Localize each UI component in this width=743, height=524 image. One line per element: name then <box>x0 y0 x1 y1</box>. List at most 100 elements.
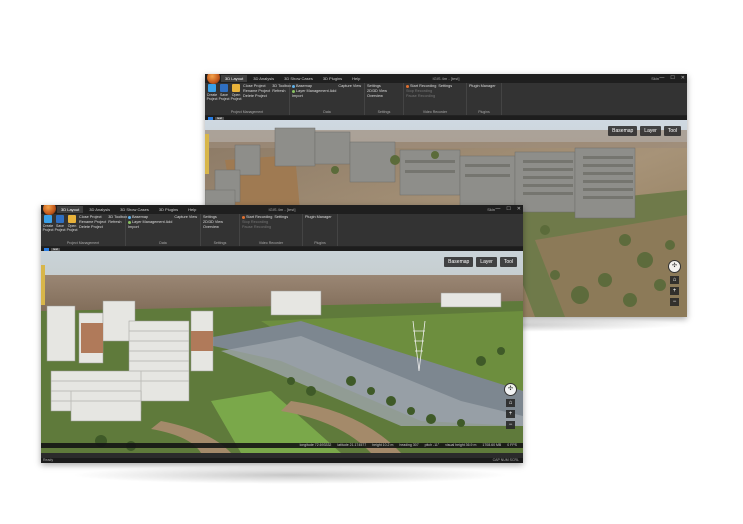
toolbox-button[interactable]: 3D Toolbox <box>108 215 127 219</box>
zoom-out-button[interactable]: − <box>670 298 679 306</box>
basemap-icon <box>292 84 295 88</box>
maximize-button[interactable]: ☐ <box>670 75 674 81</box>
rename-project-button[interactable]: Rename Project <box>79 220 106 224</box>
plugin-manager-button[interactable]: Plugin Manager <box>305 215 332 219</box>
ribbon-group-plugins: Plugin Manager Plugins <box>467 83 502 115</box>
start-recording-button[interactable]: Start Recording <box>406 84 436 88</box>
video-settings-button[interactable]: Settings <box>274 215 288 219</box>
basemap-overlay-button[interactable]: Basemap <box>444 257 474 267</box>
tab-3d-layout[interactable]: 3D Layout <box>221 75 248 82</box>
overview-button[interactable]: Overview <box>203 225 223 229</box>
side-panel-tab[interactable] <box>41 265 45 305</box>
rename-project-button[interactable]: Rename Project <box>243 89 270 93</box>
import-button[interactable]: Import <box>128 225 172 229</box>
layer-management-button[interactable]: Layer Management Add <box>292 89 336 93</box>
basemap-button[interactable]: Basemap <box>128 215 172 219</box>
import-button[interactable]: Import <box>292 94 336 98</box>
overview-button[interactable]: Overview <box>367 94 387 98</box>
skin-menu[interactable]: Skin <box>487 207 495 212</box>
ready-label: Ready <box>43 458 54 462</box>
tool-overlay-button[interactable]: Tool <box>499 257 517 267</box>
ribbon-group-video: Start Recording Stop Recording Pause Rec… <box>240 214 303 246</box>
close-project-button[interactable]: Close Project <box>243 84 270 88</box>
settings-button[interactable]: Settings <box>367 84 387 88</box>
refresh-button[interactable]: Refresh <box>108 220 127 224</box>
close-project-button[interactable]: Close Project <box>79 215 106 219</box>
toolbox-button[interactable]: 3D Toolbox <box>272 84 291 88</box>
app-status-bar: Ready CAP NUM SCRL <box>41 458 523 463</box>
layer-icon <box>128 220 131 224</box>
capture-view-button[interactable]: Capture View <box>174 215 197 219</box>
group-label-data: Data <box>323 110 331 114</box>
refresh-button[interactable]: Refresh <box>272 89 291 93</box>
tab-3d-show-cases[interactable]: 3D Show Cases <box>116 206 153 213</box>
plugin-manager-button[interactable]: Plugin Manager <box>469 84 496 88</box>
zoom-in-button[interactable]: + <box>506 410 515 418</box>
video-settings-button[interactable]: Settings <box>438 84 452 88</box>
basemap-overlay-button[interactable]: Basemap <box>608 126 638 136</box>
layer-icon <box>292 89 295 93</box>
delete-project-button[interactable]: Delete Project <box>243 94 270 98</box>
compass-icon[interactable]: ✣ <box>668 260 681 273</box>
tab-3d-analysis[interactable]: 3D Analysis <box>249 75 278 82</box>
pause-recording-button[interactable]: Pause Recording <box>242 225 272 229</box>
minimize-button[interactable]: — <box>659 75 664 81</box>
stop-recording-button[interactable]: Stop Recording <box>242 220 272 224</box>
tab-3d-layout[interactable]: 3D Layout <box>57 206 84 213</box>
layer-management-button[interactable]: Layer Management Add <box>128 220 172 224</box>
settings-button[interactable]: Settings <box>203 215 223 219</box>
maximize-button[interactable]: ☐ <box>506 206 510 212</box>
ribbon-group-data: Basemap Layer Management Add Import Capt… <box>290 83 365 115</box>
ribbon-group-settings: Settings 2D/3D View Overview Settings <box>201 214 240 246</box>
menu-tabs: 3D Layout 3D Analysis 3D Show Cases 3D P… <box>57 206 200 213</box>
open-project-icon <box>68 215 76 223</box>
ribbon-group-plugins: Plugin Manager Plugins <box>303 214 338 246</box>
group-label-project: Project Management <box>66 241 100 245</box>
record-icon <box>242 215 245 219</box>
menu-tabs: 3D Layout 3D Analysis 3D Show Cases 3D P… <box>221 75 364 82</box>
window-title: IGIS 4m - [test] <box>432 76 460 81</box>
start-recording-button[interactable]: Start Recording <box>242 215 272 219</box>
minimize-button[interactable]: — <box>495 206 500 212</box>
front-app-window: 3D Layout 3D Analysis 3D Show Cases 3D P… <box>41 205 523 463</box>
tool-overlay-button[interactable]: Tool <box>663 126 681 136</box>
side-panel-tab[interactable] <box>205 134 209 174</box>
tab-3d-analysis[interactable]: 3D Analysis <box>85 206 114 213</box>
tab-help[interactable]: Help <box>348 75 364 82</box>
basemap-button[interactable]: Basemap <box>292 84 336 88</box>
zoom-in-button[interactable]: + <box>670 287 679 295</box>
tab-3d-show-cases[interactable]: 3D Show Cases <box>280 75 317 82</box>
view-2d3d-button[interactable]: 2D/3D View <box>203 220 223 224</box>
record-icon <box>406 84 409 88</box>
home-icon[interactable]: ⌂ <box>670 276 679 284</box>
zoom-out-button[interactable]: − <box>506 421 515 429</box>
3d-viewport[interactable]: Basemap Layer Tool ✣ ⌂ + − longitude 72.… <box>41 251 523 453</box>
close-button[interactable]: ✕ <box>517 206 521 212</box>
coordinate-status-bar: longitude 72.693332 latitude 21.174577 h… <box>41 443 523 448</box>
stop-recording-button[interactable]: Stop Recording <box>406 89 436 93</box>
home-icon[interactable]: ⌂ <box>506 399 515 407</box>
keyboard-state: CAP NUM SCRL <box>492 458 519 462</box>
delete-project-button[interactable]: Delete Project <box>79 225 106 229</box>
ribbon-group-project: Create Project Save Project Open Project… <box>41 214 127 246</box>
skin-menu[interactable]: Skin <box>651 76 659 81</box>
tab-3d-plugins[interactable]: 3D Plugins <box>155 206 182 213</box>
status-memory: 1708.60 MB <box>482 443 502 447</box>
status-latitude: latitude 21.174577 <box>337 443 367 447</box>
status-fps: 0 FPS <box>507 443 517 447</box>
status-height: height 10.2 m <box>372 443 394 447</box>
group-label-project: Project Management <box>230 110 264 114</box>
pause-recording-button[interactable]: Pause Recording <box>406 94 436 98</box>
create-project-icon <box>208 84 216 92</box>
tab-3d-plugins[interactable]: 3D Plugins <box>319 75 346 82</box>
capture-view-button[interactable]: Capture View <box>338 84 361 88</box>
layer-overlay-button[interactable]: Layer <box>476 257 497 267</box>
close-button[interactable]: ✕ <box>681 75 685 81</box>
window-title: IGIS 4m - [test] <box>268 207 296 212</box>
compass-icon[interactable]: ✣ <box>504 383 517 396</box>
tab-help[interactable]: Help <box>184 206 200 213</box>
view-2d3d-button[interactable]: 2D/3D View <box>367 89 387 93</box>
status-visual-height: visual height 36.9 m <box>445 443 477 447</box>
layer-overlay-button[interactable]: Layer <box>640 126 661 136</box>
status-heading: heading 307 <box>399 443 419 447</box>
